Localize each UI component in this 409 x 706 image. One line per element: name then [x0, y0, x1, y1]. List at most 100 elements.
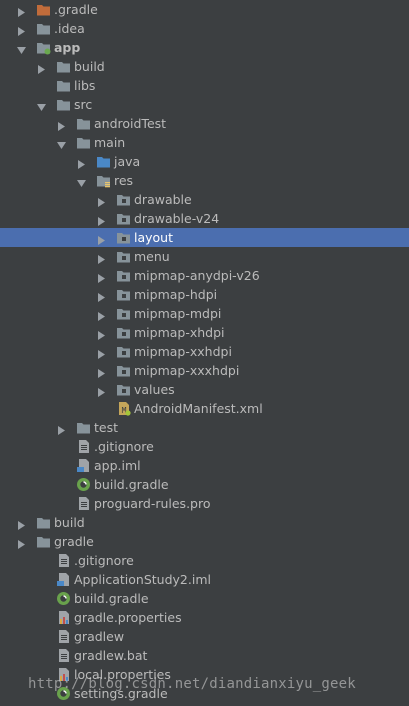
tree-node-src[interactable]: src: [0, 95, 409, 114]
properties-file-icon: [56, 610, 71, 625]
package-folder-icon: [116, 249, 131, 264]
tree-node-mipmap-mdpi[interactable]: mipmap-mdpi: [0, 304, 409, 323]
tree-node-label: build: [54, 515, 85, 530]
tree-node-label: app.iml: [94, 458, 141, 473]
tree-node-label: gradlew.bat: [74, 648, 148, 663]
chevron-right-icon[interactable]: [56, 422, 67, 435]
chevron-right-icon[interactable]: [96, 327, 107, 340]
tree-node-label: build.gradle: [74, 591, 149, 606]
tree-node-idea[interactable]: .idea: [0, 19, 409, 38]
tree-node-menu[interactable]: menu: [0, 247, 409, 266]
chevron-right-icon[interactable]: [96, 251, 107, 264]
text-file-icon: [56, 553, 71, 568]
chevron-right-icon[interactable]: [96, 308, 107, 321]
tree-node-gradle[interactable]: .gradle: [0, 0, 409, 19]
tree-node-label: build: [74, 59, 105, 74]
tree-node-build-gradle[interactable]: build.gradle: [0, 475, 409, 494]
tree-node-gradle[interactable]: gradle: [0, 532, 409, 551]
tree-node-label: src: [74, 97, 93, 112]
text-file-icon: [56, 648, 71, 663]
folder-icon: [36, 21, 51, 36]
tree-node-libs[interactable]: libs: [0, 76, 409, 95]
chevron-down-icon[interactable]: [16, 42, 27, 54]
tree-node-mipmap-xxhdpi[interactable]: mipmap-xxhdpi: [0, 342, 409, 361]
tree-node-label: menu: [134, 249, 170, 264]
tree-node-androidtest[interactable]: androidTest: [0, 114, 409, 133]
tree-node-label: drawable: [134, 192, 192, 207]
package-folder-icon: [116, 325, 131, 340]
tree-node-label: gradle: [54, 534, 94, 549]
tree-node-test[interactable]: test: [0, 418, 409, 437]
chevron-right-icon[interactable]: [96, 346, 107, 359]
chevron-right-icon[interactable]: [96, 270, 107, 283]
tree-node-app-iml[interactable]: app.iml: [0, 456, 409, 475]
tree-node-gradlew[interactable]: gradlew: [0, 627, 409, 646]
tree-node-values[interactable]: values: [0, 380, 409, 399]
tree-node-label: androidTest: [94, 116, 167, 131]
tree-node-java[interactable]: java: [0, 152, 409, 171]
tree-node-build[interactable]: build: [0, 57, 409, 76]
tree-node-gradle-properties[interactable]: gradle.properties: [0, 608, 409, 627]
package-folder-icon: [116, 211, 131, 226]
text-file-icon: [56, 629, 71, 644]
tree-node-drawable[interactable]: drawable: [0, 190, 409, 209]
folder-icon: [76, 135, 91, 150]
tree-node-mipmap-hdpi[interactable]: mipmap-hdpi: [0, 285, 409, 304]
folder-icon: [56, 78, 71, 93]
tree-node-mipmap-xhdpi[interactable]: mipmap-xhdpi: [0, 323, 409, 342]
chevron-right-icon[interactable]: [96, 232, 107, 245]
tree-node-label: build.gradle: [94, 477, 169, 492]
chevron-right-icon[interactable]: [76, 156, 87, 169]
tree-node-label: test: [94, 420, 119, 435]
tree-node-label: mipmap-xxhdpi: [134, 344, 232, 359]
tree-node-label: mipmap-anydpi-v26: [134, 268, 260, 283]
chevron-right-icon[interactable]: [56, 118, 67, 131]
package-folder-icon: [116, 363, 131, 378]
chevron-right-icon[interactable]: [16, 517, 27, 530]
folder-icon: [76, 116, 91, 131]
tree-node-proguard-rules-pro[interactable]: proguard-rules.pro: [0, 494, 409, 513]
chevron-right-icon[interactable]: [96, 213, 107, 226]
tree-node-layout[interactable]: layout: [0, 228, 409, 247]
gradle-file-icon: [56, 591, 71, 606]
tree-node-label: .gitignore: [74, 553, 134, 568]
tree-node-mipmap-anydpi-v26[interactable]: mipmap-anydpi-v26: [0, 266, 409, 285]
tree-node-app[interactable]: app: [0, 38, 409, 57]
android-manifest-icon: M: [116, 401, 131, 416]
chevron-down-icon[interactable]: [56, 137, 67, 149]
chevron-right-icon[interactable]: [16, 536, 27, 549]
tree-node-applicationstudy2-iml[interactable]: ApplicationStudy2.iml: [0, 570, 409, 589]
tree-node-androidmanifest-xml[interactable]: M AndroidManifest.xml: [0, 399, 409, 418]
module-folder-icon: [36, 40, 51, 55]
chevron-right-icon[interactable]: [96, 365, 107, 378]
tree-node-gitignore[interactable]: .gitignore: [0, 437, 409, 456]
chevron-right-icon[interactable]: [16, 4, 27, 17]
watermark-text: http://blog.csdn.net/diandianxiyu_geek: [28, 676, 356, 692]
tree-node-label: mipmap-mdpi: [134, 306, 222, 321]
tree-node-gitignore[interactable]: .gitignore: [0, 551, 409, 570]
source-folder-icon: [96, 154, 111, 169]
chevron-right-icon[interactable]: [16, 23, 27, 36]
package-folder-icon: [116, 230, 131, 245]
chevron-right-icon[interactable]: [96, 194, 107, 207]
tree-node-label: gradlew: [74, 629, 125, 644]
chevron-down-icon[interactable]: [36, 99, 47, 111]
tree-node-build[interactable]: build: [0, 513, 409, 532]
chevron-down-icon[interactable]: [76, 175, 87, 187]
chevron-right-icon[interactable]: [96, 384, 107, 397]
tree-node-res[interactable]: res: [0, 171, 409, 190]
tree-node-label: ApplicationStudy2.iml: [74, 572, 211, 587]
tree-node-build-gradle[interactable]: build.gradle: [0, 589, 409, 608]
tree-node-label: mipmap-xhdpi: [134, 325, 225, 340]
tree-node-label: .gradle: [54, 2, 98, 17]
tree-node-main[interactable]: main: [0, 133, 409, 152]
tree-node-gradlew-bat[interactable]: gradlew.bat: [0, 646, 409, 665]
chevron-right-icon[interactable]: [36, 61, 47, 74]
package-folder-icon: [116, 306, 131, 321]
tree-node-mipmap-xxxhdpi[interactable]: mipmap-xxxhdpi: [0, 361, 409, 380]
package-folder-icon: [116, 192, 131, 207]
chevron-right-icon[interactable]: [96, 289, 107, 302]
tree-node-label: mipmap-hdpi: [134, 287, 218, 302]
package-folder-icon: [116, 268, 131, 283]
tree-node-drawable-v24[interactable]: drawable-v24: [0, 209, 409, 228]
